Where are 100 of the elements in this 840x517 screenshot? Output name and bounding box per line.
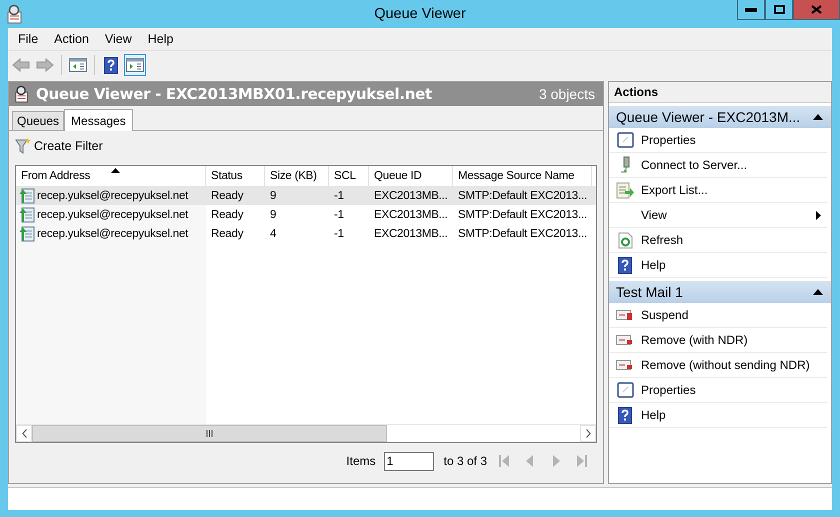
last-arrow-icon — [576, 454, 588, 468]
back-icon — [12, 57, 30, 73]
help-icon — [618, 256, 632, 274]
group-title: Test Mail 1 — [616, 284, 683, 300]
pane-icon — [69, 57, 87, 73]
minimize-icon — [745, 8, 757, 12]
table-cell: 4 — [270, 228, 276, 240]
action-label: Connect to Server... — [641, 158, 748, 172]
create-filter-button[interactable]: Create Filter — [15, 132, 103, 159]
table-cell: recep.yuksel@recepyuksel.net — [37, 228, 188, 240]
chevron-right-icon — [586, 429, 590, 438]
action-label: Refresh — [641, 233, 684, 247]
table-cell: Ready — [211, 208, 244, 220]
page-input-field[interactable]: 1 — [384, 452, 434, 470]
close-icon — [811, 5, 822, 14]
action-label: View — [641, 208, 668, 222]
action-label: Help — [641, 408, 667, 422]
pane-command[interactable]: Remove (without sending NDR) — [609, 353, 827, 378]
action-label: Help — [641, 258, 667, 272]
collapse-arrow-icon — [813, 114, 823, 120]
pane-command[interactable]: Properties — [609, 378, 827, 403]
pane-command[interactable]: Help — [609, 253, 827, 278]
table-cell: SMTP:Default EXC2013... — [458, 208, 587, 220]
message-queue-icon — [616, 308, 634, 322]
help-icon — [618, 406, 632, 424]
actions-header: Actions — [609, 82, 831, 103]
scroll-left-button[interactable] — [16, 425, 32, 442]
table-cell: SMTP:Default EXC2013... — [458, 228, 587, 240]
pane-icon — [126, 57, 144, 73]
table-cell: Ready — [211, 190, 244, 202]
properties-icon — [616, 382, 634, 398]
horizontal-scrollbar[interactable] — [16, 424, 596, 442]
action-label: Properties — [641, 133, 697, 147]
queue-viewer-icon — [14, 85, 30, 103]
pane-title: Queue Viewer - EXC2013MBX01.recepyuksel.net — [36, 85, 432, 103]
minimize-button[interactable] — [737, 0, 765, 20]
table-cell: 9 — [270, 190, 276, 202]
pane-command[interactable]: Help — [609, 403, 827, 428]
forward-icon — [36, 57, 54, 73]
pane-command[interactable]: Refresh — [609, 228, 827, 253]
menu-item[interactable]: View — [96, 32, 140, 46]
message-icon — [19, 206, 35, 222]
table-cell: EXC2013MB... — [374, 228, 448, 240]
filter-icon — [15, 137, 31, 154]
pane-command[interactable]: Connect to Server... — [609, 153, 827, 178]
scroll-right-button[interactable] — [580, 425, 596, 442]
properties-icon — [616, 132, 634, 148]
export-list-icon — [616, 182, 634, 198]
sort-arrow-icon — [110, 168, 120, 173]
menu-item[interactable]: Help — [140, 32, 182, 46]
collapse-arrow-icon — [813, 289, 823, 295]
table-cell: EXC2013MB... — [374, 208, 448, 220]
table-cell: Ready — [211, 228, 244, 240]
help-icon — [104, 56, 118, 74]
menu-item[interactable]: File — [10, 32, 46, 46]
table-cell: EXC2013MB... — [374, 190, 448, 202]
close-button[interactable] — [793, 0, 840, 20]
action-label: Properties — [641, 383, 697, 397]
table-row[interactable]: recep.yuksel@recepyuksel.net Ready 4 -1 EXC2013MB... SMTP:Default EXC2013... — [16, 224, 596, 243]
message-icon — [19, 226, 35, 242]
table-row[interactable]: recep.yuksel@recepyuksel.net Ready 9 -1 EXC2013MB... SMTP:Default EXC2013... — [16, 186, 596, 205]
group-title: Queue Viewer - EXC2013M... — [616, 109, 800, 125]
scrollbar-thumb[interactable] — [32, 425, 387, 442]
refresh-icon — [618, 232, 632, 248]
action-label: Remove (with NDR) — [641, 333, 749, 347]
object-count: 3 objects — [538, 86, 595, 102]
pane-command[interactable]: Properties — [609, 128, 827, 153]
table-cell: recep.yuksel@recepyuksel.net — [37, 208, 188, 220]
tab[interactable]: Messages — [64, 109, 133, 131]
table-cell: -1 — [334, 228, 344, 240]
items-label: Items — [346, 454, 376, 468]
maximize-button[interactable] — [765, 0, 793, 20]
app-icon — [6, 4, 24, 24]
first-arrow-icon — [498, 454, 510, 468]
pane-command[interactable]: Suspend — [609, 303, 827, 328]
action-group-header[interactable]: Test Mail 1 — [609, 281, 831, 303]
message-queue-icon — [616, 358, 634, 372]
next-arrow-icon — [550, 454, 562, 468]
tab[interactable]: Queues — [12, 111, 64, 130]
maximize-icon — [774, 5, 784, 14]
table-cell: SMTP:Default EXC2013... — [458, 190, 587, 202]
previous-arrow-icon — [524, 454, 536, 468]
table-cell: 9 — [270, 208, 276, 220]
table-cell: recep.yuksel@recepyuksel.net — [37, 190, 188, 202]
action-label: Remove (without sending NDR) — [641, 358, 811, 372]
pane-command[interactable]: View — [609, 203, 827, 228]
server-icon — [619, 156, 631, 174]
pane-command[interactable]: Remove (with NDR) — [609, 328, 827, 353]
action-group-header[interactable]: Queue Viewer - EXC2013M... — [609, 106, 831, 128]
message-icon — [19, 188, 35, 204]
action-label: Export List... — [641, 183, 709, 197]
action-label: Suspend — [641, 308, 690, 322]
table-row[interactable]: recep.yuksel@recepyuksel.net Ready 9 -1 EXC2013MB... SMTP:Default EXC2013... — [16, 205, 596, 224]
window-title: Queue Viewer — [374, 6, 466, 22]
toolbar-button[interactable] — [124, 54, 146, 76]
chevron-left-icon — [22, 429, 26, 438]
menu-item[interactable]: Action — [46, 32, 97, 46]
table-cell: -1 — [334, 190, 344, 202]
range-label: to 3 of 3 — [444, 454, 487, 468]
pane-command[interactable]: Export List... — [609, 178, 827, 203]
